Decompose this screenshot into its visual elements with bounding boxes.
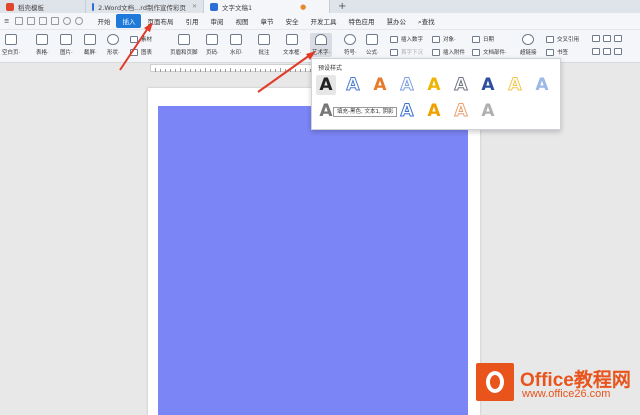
logo-url: www.office26.com [522, 388, 611, 400]
arrow-to-wordart-button [257, 51, 316, 93]
office-logo-icon [476, 363, 514, 401]
annotation-arrows [119, 22, 316, 93]
office26-logo: Office教程网 www.office26.com [476, 355, 636, 410]
arrow-to-insert-tab [119, 22, 153, 71]
